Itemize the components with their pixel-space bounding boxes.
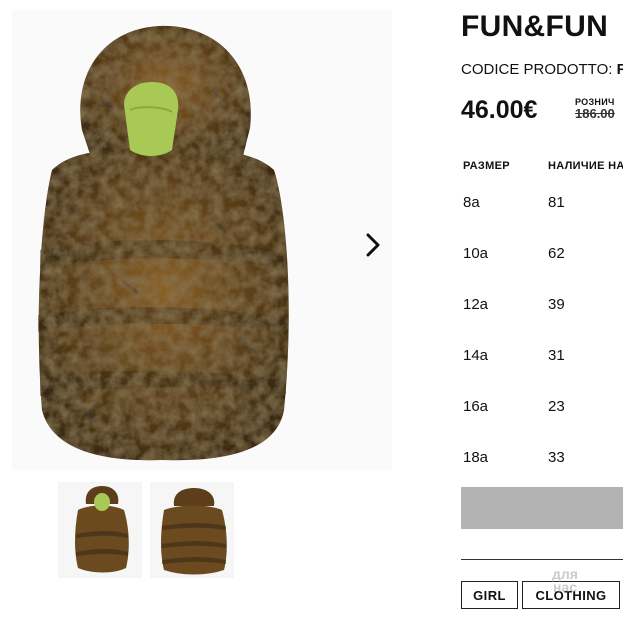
stock-qty: 31 [548, 347, 565, 364]
stock-qty: 62 [548, 245, 565, 262]
retail-old-price: 186.00 [575, 106, 615, 121]
stock-qty: 33 [548, 449, 565, 466]
table-row: 8a 81 [461, 194, 623, 245]
product-code: CODICE PRODOTTO: F [461, 61, 623, 78]
table-row: 12a 39 [461, 296, 623, 347]
chevron-right-icon [366, 233, 380, 257]
product-main-image[interactable] [12, 10, 392, 470]
stock-size: 16a [463, 398, 489, 415]
thumbnail-back-image [161, 488, 227, 575]
product-info-panel: FUN&FUN CODICE PRODOTTO: F 46.00€ РОЗНИЧ… [461, 0, 623, 620]
stock-size: 12a [463, 296, 489, 313]
next-image-button[interactable] [358, 228, 388, 262]
product-gallery [0, 0, 440, 620]
brand-title: FUN&FUN [461, 10, 609, 43]
table-row: 14a 31 [461, 347, 623, 398]
thumbnail-front[interactable] [58, 482, 142, 578]
product-code-value: F [616, 61, 623, 78]
watermark-line-1: для [552, 566, 578, 582]
stock-header-availability: НАЛИЧИЕ НА [548, 160, 623, 172]
thumbnail-front-image [75, 486, 129, 573]
stock-size: 10a [463, 245, 489, 262]
stock-header-size: РАЗМЕР [463, 160, 510, 172]
stock-qty: 81 [548, 194, 565, 211]
current-price: 46.00€ [461, 96, 538, 124]
table-row: 10a 62 [461, 245, 623, 296]
fur-vest-illustration [38, 25, 289, 461]
tag-clothing[interactable]: CLOTHING [522, 581, 620, 609]
stock-size: 8a [463, 194, 480, 211]
divider [461, 559, 623, 560]
thumbnail-strip [0, 478, 420, 578]
stock-size: 18a [463, 449, 489, 466]
table-row: 16a 23 [461, 398, 623, 449]
product-code-label: CODICE PRODOTTO: [461, 61, 613, 78]
add-to-cart-button[interactable] [461, 487, 623, 529]
retail-price: РОЗНИЧ 186.00 [575, 97, 615, 121]
stock-qty: 23 [548, 398, 565, 415]
thumbnail-back[interactable] [150, 482, 234, 578]
tag-girl[interactable]: GIRL [461, 581, 518, 609]
stock-size: 14a [463, 347, 489, 364]
stock-qty: 39 [548, 296, 565, 313]
